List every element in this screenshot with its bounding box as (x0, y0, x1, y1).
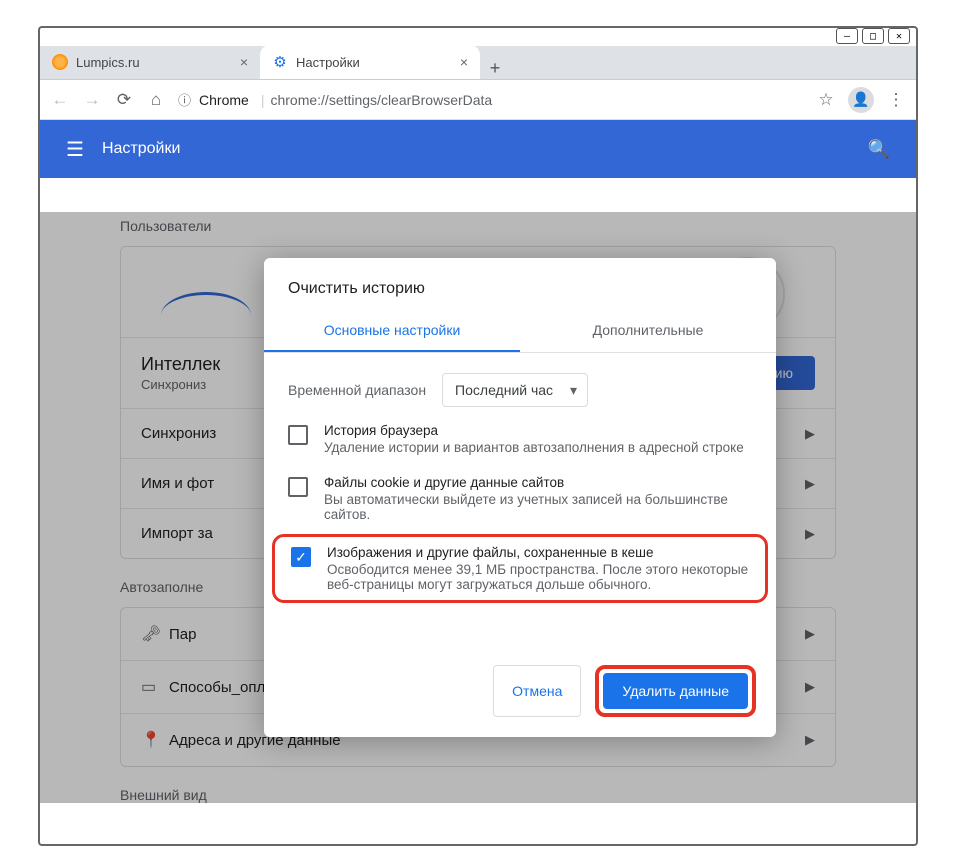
dialog-tab-advanced[interactable]: Дополнительные (520, 310, 776, 352)
url-path: settings/clearBrowserData (329, 92, 492, 108)
cancel-button[interactable]: Отмена (493, 665, 581, 717)
tab-settings[interactable]: ⚙ Настройки × (260, 45, 480, 79)
tab-strip: Lumpics.ru × ⚙ Настройки × + (40, 46, 916, 80)
tab-title: Lumpics.ru (76, 55, 140, 70)
window-maximize-button[interactable]: □ (862, 28, 884, 44)
bookmark-star-icon[interactable]: ☆ (816, 90, 836, 110)
window-close-button[interactable]: ✕ (888, 28, 910, 44)
browser-toolbar: ← → ⟳ ⌂ ⓘ Chrome | chrome://settings/cle… (40, 80, 916, 120)
checkbox-history-desc: Удаление истории и вариантов автозаполне… (324, 440, 744, 455)
tab-close-icon[interactable]: × (240, 54, 248, 70)
search-icon[interactable]: 🔍 (868, 139, 890, 160)
checkbox-row-cookies[interactable]: Файлы cookie и другие данные сайтов Вы а… (264, 465, 776, 532)
settings-title: Настройки (102, 140, 180, 158)
reload-icon[interactable]: ⟳ (114, 90, 134, 110)
hamburger-menu-icon[interactable]: ☰ (66, 137, 84, 162)
time-range-select[interactable]: Последний час (442, 373, 588, 407)
clear-data-button[interactable]: Удалить данные (603, 673, 748, 709)
nav-back-icon[interactable]: ← (50, 90, 70, 110)
confirm-button-highlight: Удалить данные (595, 665, 756, 717)
settings-app-bar: ☰ Настройки 🔍 (40, 120, 916, 178)
site-info-icon[interactable]: ⓘ (178, 90, 191, 109)
favicon-gear-icon: ⚙ (272, 54, 288, 70)
checkbox-cookies-desc: Вы автоматически выйдете из учетных запи… (324, 492, 752, 522)
checkbox-row-history[interactable]: История браузера Удаление истории и вари… (264, 413, 776, 465)
tab-close-icon[interactable]: × (460, 54, 468, 70)
address-bar[interactable]: ⓘ Chrome | chrome://settings/clearBrowse… (178, 90, 804, 109)
time-range-value: Последний час (455, 382, 553, 398)
checkbox-cookies-title: Файлы cookie и другие данные сайтов (324, 475, 752, 490)
clear-browsing-data-dialog: Очистить историю Основные настройки Допо… (264, 258, 776, 737)
url-prefix: chrome:// (270, 92, 328, 108)
time-range-label: Временной диапазон (288, 382, 426, 398)
menu-dots-icon[interactable]: ⋮ (886, 90, 906, 110)
dialog-title: Очистить историю (264, 258, 776, 304)
home-icon[interactable]: ⌂ (146, 90, 166, 110)
dialog-tab-basic[interactable]: Основные настройки (264, 310, 520, 352)
profile-avatar-icon[interactable]: 👤 (848, 87, 874, 113)
nav-forward-icon[interactable]: → (82, 90, 102, 110)
new-tab-button[interactable]: + (480, 58, 510, 79)
favicon-lumpics-icon (52, 54, 68, 70)
checkbox-history-title: История браузера (324, 423, 744, 438)
checkbox-cache[interactable]: ✓ (291, 547, 311, 567)
tab-title: Настройки (296, 55, 360, 70)
tab-lumpics[interactable]: Lumpics.ru × (40, 45, 260, 79)
checkbox-cookies[interactable] (288, 477, 308, 497)
checkbox-history[interactable] (288, 425, 308, 445)
checkbox-row-cache-highlighted[interactable]: ✓ Изображения и другие файлы, сохраненны… (272, 534, 768, 603)
url-scheme-label: Chrome (199, 92, 249, 108)
window-minimize-button[interactable]: — (836, 28, 858, 44)
checkbox-cache-desc: Освободится менее 39,1 МБ пространства. … (327, 562, 749, 592)
checkbox-cache-title: Изображения и другие файлы, сохраненные … (327, 545, 749, 560)
